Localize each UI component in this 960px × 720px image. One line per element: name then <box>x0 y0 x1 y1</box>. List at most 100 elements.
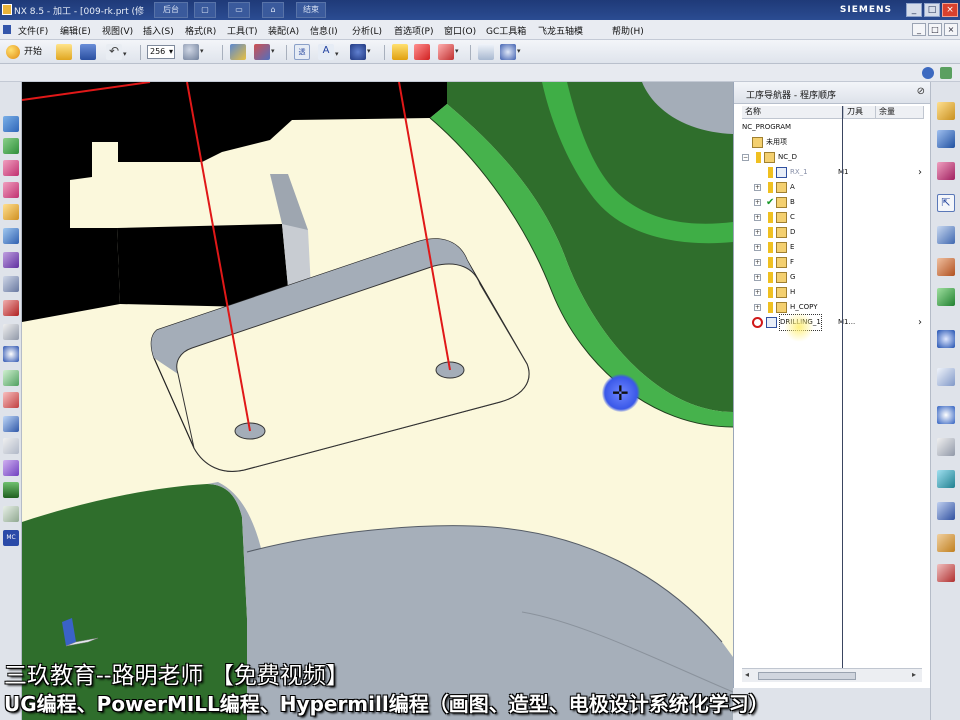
render-icon[interactable] <box>350 44 371 60</box>
roles-icon[interactable] <box>937 534 955 552</box>
expand-toggle[interactable]: + <box>754 244 761 251</box>
window-restore-button[interactable]: ▭ <box>228 2 250 18</box>
tree-row-g[interactable]: + G <box>742 270 928 285</box>
menu-analysis[interactable]: 分析(L) <box>352 24 382 37</box>
expand-toggle[interactable]: + <box>754 199 761 206</box>
expand-toggle[interactable]: + <box>754 259 761 266</box>
menu-edit[interactable]: 编辑(E) <box>60 24 91 37</box>
tree-row-drilling-1[interactable]: DRILLING_1 M1... › <box>742 314 928 331</box>
toolpath-icon[interactable] <box>3 370 19 386</box>
layer-icon[interactable] <box>3 438 19 454</box>
constraint-navigator-icon[interactable] <box>937 130 955 148</box>
help-icon[interactable] <box>922 67 934 79</box>
tree-row-d[interactable]: + D <box>742 225 928 240</box>
tree-row-nc-program[interactable]: NC_PROGRAM <box>742 120 928 135</box>
manufacturing-wizard-icon[interactable] <box>937 502 955 520</box>
column-header-stock[interactable]: 余量 <box>876 106 924 119</box>
chevron-right-icon[interactable]: › <box>918 315 922 330</box>
menu-preferences[interactable]: 首选项(P) <box>394 24 433 37</box>
scroll-thumb[interactable] <box>758 672 856 680</box>
shading-icon[interactable] <box>183 44 204 60</box>
navigator-horizontal-scrollbar[interactable]: ◂ ▸ <box>742 668 922 682</box>
open-icon[interactable] <box>56 44 72 60</box>
expand-toggle[interactable]: + <box>754 229 761 236</box>
scroll-left-icon[interactable]: ◂ <box>745 670 749 679</box>
chevron-right-icon[interactable]: › <box>918 165 922 180</box>
tree-row-e[interactable]: + E <box>742 240 928 255</box>
save-icon[interactable] <box>80 44 96 60</box>
start-button[interactable]: 开始 <box>4 44 42 60</box>
menu-view[interactable]: 视图(V) <box>102 24 133 37</box>
menu-information[interactable]: 信息(I) <box>310 24 338 37</box>
menu-tools[interactable]: 工具(T) <box>227 24 258 37</box>
clock-icon[interactable] <box>937 406 955 424</box>
menu-assembly[interactable]: 装配(A) <box>268 24 299 37</box>
menu-gc-toolkit[interactable]: GC工具箱 <box>486 24 526 37</box>
close-button[interactable]: × <box>942 3 958 17</box>
history-icon[interactable] <box>937 368 955 386</box>
expand-toggle[interactable]: + <box>754 304 761 311</box>
replay-icon[interactable] <box>3 392 19 408</box>
mc-icon[interactable]: MC <box>3 530 19 546</box>
create-operation-icon[interactable] <box>3 204 19 220</box>
doc-close-button[interactable]: × <box>944 23 958 36</box>
verify-icon[interactable] <box>414 44 430 60</box>
copy-icon[interactable] <box>3 276 19 292</box>
expand-toggle[interactable]: + <box>754 274 761 281</box>
doc-minimize-button[interactable]: _ <box>912 23 926 36</box>
tree-row-f[interactable]: + F <box>742 255 928 270</box>
tree-row-unused[interactable]: 未用项 <box>742 135 928 150</box>
transparency-icon[interactable]: 透 <box>294 44 310 60</box>
tree-row-rx1[interactable]: RX_1 M1 › <box>742 165 928 180</box>
reuse-library-icon[interactable] <box>937 258 955 276</box>
postprocess-icon[interactable] <box>438 44 459 60</box>
menu-insert[interactable]: 插入(S) <box>143 24 174 37</box>
system-materials-icon[interactable] <box>937 438 955 456</box>
background-button[interactable]: 后台 <box>154 2 188 18</box>
expand-toggle[interactable]: + <box>754 184 761 191</box>
menu-help[interactable]: 帮助(H) <box>612 24 644 37</box>
tool-holder-icon[interactable] <box>3 482 19 498</box>
minimize-button[interactable]: _ <box>906 3 922 17</box>
end-button[interactable]: 结束 <box>296 2 326 18</box>
view-orient-icon[interactable] <box>254 44 275 60</box>
maximize-button[interactable]: □ <box>924 3 940 17</box>
menu-file[interactable]: 文件(F) <box>18 24 48 37</box>
create-method-icon[interactable] <box>3 182 19 198</box>
tree-row-c[interactable]: + C <box>742 210 928 225</box>
menu-feilong[interactable]: 飞龙五轴模 <box>538 24 583 37</box>
undo-icon[interactable]: ↶ <box>106 44 127 61</box>
hd3d-tools-icon[interactable] <box>937 288 955 306</box>
settings-icon[interactable] <box>940 67 952 79</box>
system-scenes-icon[interactable] <box>937 564 955 582</box>
operation-navigator-icon[interactable]: ⇱ <box>937 194 955 212</box>
edit-object-icon[interactable] <box>3 228 19 244</box>
part-navigator-icon[interactable] <box>937 162 955 180</box>
color-combo[interactable]: 256 <box>147 45 175 59</box>
menu-format[interactable]: 格式(R) <box>185 24 216 37</box>
machine-navigator-icon[interactable] <box>937 226 955 244</box>
list-icon[interactable] <box>3 416 19 432</box>
shop-doc-icon[interactable] <box>478 44 494 60</box>
tree-row-a[interactable]: + A <box>742 180 928 195</box>
tree-row-h-copy[interactable]: + H_COPY <box>742 300 928 315</box>
column-header-tool[interactable]: 刀具 <box>844 106 876 119</box>
cube-view-icon[interactable] <box>230 44 246 60</box>
generate-icon[interactable] <box>392 44 408 60</box>
home-button[interactable]: ⌂ <box>262 2 284 18</box>
doc-restore-button[interactable]: □ <box>928 23 942 36</box>
window-mode-button[interactable]: ▢ <box>194 2 216 18</box>
expand-toggle[interactable]: + <box>754 289 761 296</box>
rename-icon[interactable] <box>3 324 19 340</box>
create-geometry-icon[interactable] <box>3 160 19 176</box>
text-style-icon[interactable]: A <box>318 44 339 61</box>
tree-row-h[interactable]: + H <box>742 285 928 300</box>
menu-window[interactable]: 窗口(O) <box>444 24 476 37</box>
stock-icon[interactable] <box>3 506 19 522</box>
collapse-toggle[interactable]: − <box>742 154 749 161</box>
display-icon[interactable] <box>3 460 19 476</box>
process-studio-icon[interactable] <box>937 470 955 488</box>
create-tool-icon[interactable] <box>3 138 19 154</box>
expand-toggle[interactable]: + <box>754 214 761 221</box>
scroll-right-icon[interactable]: ▸ <box>912 670 916 679</box>
